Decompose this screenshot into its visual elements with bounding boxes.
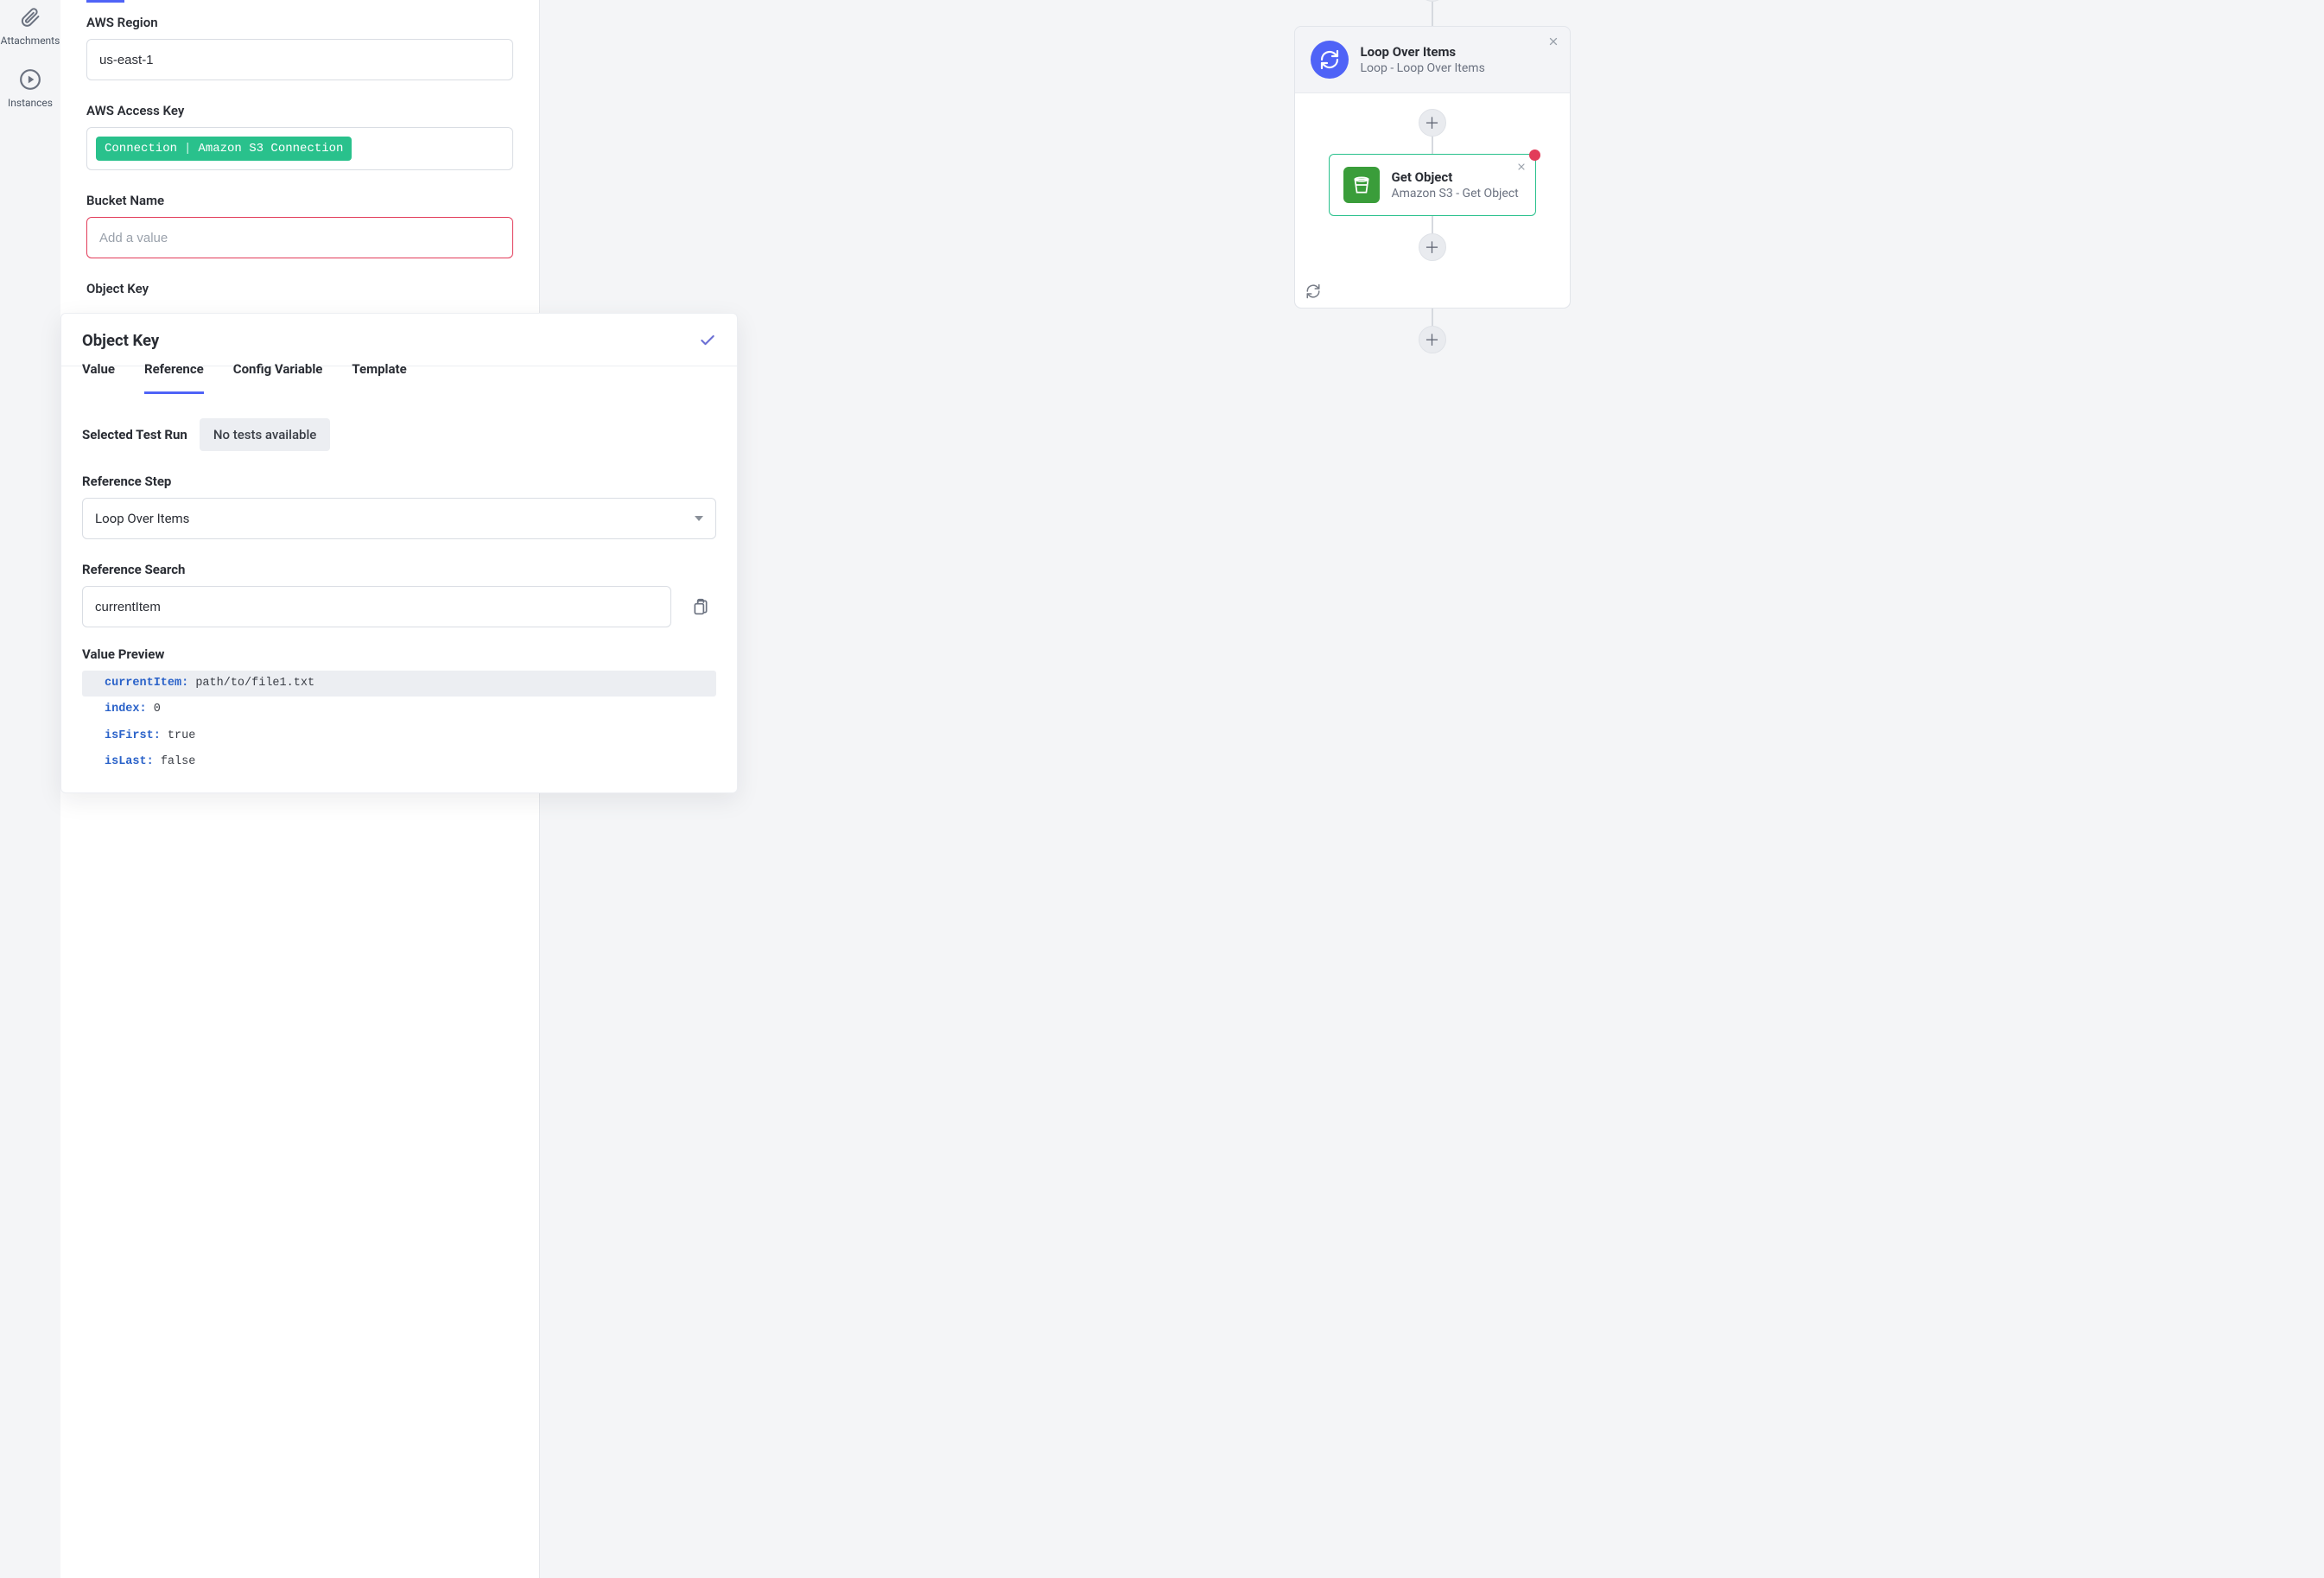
error-indicator [1529,150,1540,161]
reference-step-select[interactable]: Loop Over Items [82,498,716,539]
play-circle-icon [18,67,42,92]
reference-step-label: Reference Step [82,474,716,489]
aws-region-input[interactable] [86,39,513,80]
aws-access-key-label: AWS Access Key [86,103,513,118]
nav-attachments-label: Attachments [1,35,60,47]
no-tests-chip: No tests available [200,418,331,451]
tab-reference[interactable]: Reference [144,361,204,394]
nav-instances-label: Instances [8,97,53,109]
get-object-subtitle: Amazon S3 - Get Object [1392,187,1519,200]
preview-line: isFirst: true [82,723,716,749]
bucket-name-label: Bucket Name [86,193,513,208]
copy-button[interactable] [685,591,716,622]
aws-region-label: AWS Region [86,15,513,30]
connector-line [1432,137,1433,154]
add-step-button[interactable]: ＋ [1419,233,1446,261]
loop-refresh-button[interactable] [1305,283,1321,299]
loop-icon [1311,41,1349,79]
field-bucket-name: Bucket Name [86,193,513,258]
value-preview-code: currentItem: path/to/file1.txtindex: 0is… [82,671,716,775]
loop-node-title: Loop Over Items [1361,44,1485,60]
connection-chip[interactable]: Connection | Amazon S3 Connection [96,137,352,161]
get-object-title: Get Object [1392,169,1519,185]
object-key-label: Object Key [86,281,513,296]
reference-search-label: Reference Search [82,562,716,577]
pipe-separator: | [184,142,191,156]
confirm-button[interactable] [699,332,716,349]
clipboard-icon [692,598,709,615]
preview-line: currentItem: path/to/file1.txt [82,671,716,697]
chevron-down-icon [695,516,703,521]
workflow-canvas[interactable]: ＋ Loop Over Items Loop - Loop Over Items [540,0,2324,1578]
popover-tabs: Value Reference Config Variable Template [82,361,716,394]
close-loop-button[interactable] [1547,35,1559,48]
preview-line: index: 0 [82,697,716,722]
s3-bucket-icon [1343,167,1380,203]
field-aws-region: AWS Region [86,15,513,80]
connection-chip-name: Amazon S3 Connection [198,142,343,156]
loop-node-subtitle: Loop - Loop Over Items [1361,61,1485,75]
nav-instances[interactable]: Instances [8,67,53,109]
left-nav: Attachments Instances [0,0,60,1578]
check-icon [699,332,716,349]
tab-config-variable[interactable]: Config Variable [233,361,323,394]
reference-search-input[interactable] [82,586,671,627]
close-icon [1516,162,1527,172]
close-get-object-button[interactable] [1516,162,1527,172]
connector-line [1432,216,1433,233]
paperclip-icon [18,5,42,29]
nav-attachments[interactable]: Attachments [1,5,60,47]
close-icon [1547,35,1559,48]
preview-line: isLast: false [82,749,716,775]
aws-access-key-input[interactable]: Connection | Amazon S3 Connection [86,127,513,170]
connection-chip-prefix: Connection [105,142,177,156]
refresh-icon [1305,283,1321,299]
tab-template[interactable]: Template [352,361,406,394]
selected-test-run-label: Selected Test Run [82,427,187,442]
connector-line [1432,309,1433,326]
add-step-button[interactable]: ＋ [1419,326,1446,353]
bucket-name-input[interactable] [86,217,513,258]
tab-value[interactable]: Value [82,361,115,394]
field-object-key: Object Key [86,281,513,296]
reference-step-value: Loop Over Items [95,511,189,526]
loop-node[interactable]: Loop Over Items Loop - Loop Over Items ＋ [1294,26,1571,309]
connector-line [1432,2,1433,26]
popover-title: Object Key [82,331,159,350]
field-aws-access-key: AWS Access Key Connection | Amazon S3 Co… [86,103,513,170]
config-panel: AWS Region AWS Access Key Connection | A… [60,0,540,1578]
object-key-popover: Object Key Value Reference Config Variab… [60,313,738,793]
value-preview-label: Value Preview [82,646,716,662]
add-step-button[interactable]: ＋ [1419,109,1446,137]
active-tab-indicator [86,0,124,3]
get-object-node[interactable]: Get Object Amazon S3 - Get Object [1329,154,1536,216]
